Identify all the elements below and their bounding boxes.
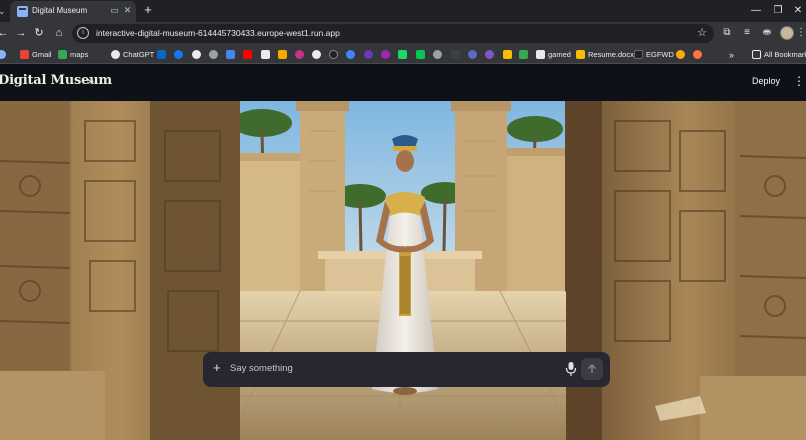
docs-icon	[576, 50, 585, 59]
bookmarks-bar: Gmail maps ChatGPT gamed Resume.docx EGF…	[0, 45, 806, 64]
more-bookmarks-icon[interactable]: »	[729, 48, 734, 61]
tab-favicon-icon	[17, 6, 28, 17]
maps-icon	[58, 50, 67, 59]
tab-strip: ⌄ Digital Museum ▭ ✕ + — ❐ ✕	[0, 0, 806, 22]
tab-search-icon[interactable]: ⌄	[0, 4, 10, 18]
chat-input-bar[interactable]: + Say something	[203, 352, 610, 387]
browser-window: ⌄ Digital Museum ▭ ✕ + — ❐ ✕ ← → ↻ ⌂ i i…	[0, 0, 806, 440]
arrow-up-icon	[588, 364, 596, 373]
bookmark-egfwd[interactable]: EGFWD	[634, 48, 674, 61]
bookmark-g-icon[interactable]	[312, 50, 321, 59]
bookmark-maps-label: maps	[70, 50, 89, 59]
bookmark-star-icon[interactable]: ☆	[697, 26, 707, 39]
reload-icon[interactable]: ↻	[32, 26, 46, 40]
back-icon[interactable]: ←	[0, 26, 10, 40]
all-bookmarks-label: All Bookmarks	[764, 50, 806, 59]
bookmark-violet-icon[interactable]	[485, 50, 494, 59]
browser-menu-icon[interactable]: ⋮	[794, 26, 806, 40]
bookmark-egfwd-label: EGFWD	[646, 50, 674, 59]
url-text[interactable]: interactive-digital-museum-614445730433.…	[96, 28, 340, 38]
bookmark-t-icon[interactable]	[278, 50, 287, 59]
bookmark-c-icon[interactable]	[346, 50, 355, 59]
chat-input-placeholder[interactable]: Say something	[230, 363, 293, 374]
tab-digital-museum[interactable]: Digital Museum ▭ ✕	[10, 1, 136, 22]
bookmark-box-icon[interactable]	[451, 50, 460, 59]
bookmark-s-icon[interactable]	[416, 50, 425, 59]
bookmark-gamed-label: gamed	[548, 50, 571, 59]
bookmark-purple-icon[interactable]	[364, 50, 373, 59]
profile-avatar[interactable]	[780, 26, 794, 40]
forward-icon[interactable]: →	[14, 26, 28, 40]
bookmark-gamed[interactable]: gamed	[536, 48, 571, 61]
bookmark-w-icon[interactable]	[519, 50, 528, 59]
bookmark-green-icon[interactable]	[398, 50, 407, 59]
bookmark-dark-icon[interactable]	[329, 50, 338, 59]
main-menu-icon[interactable]: ⋮	[793, 74, 805, 88]
address-bar[interactable]: i interactive-digital-museum-61444573043…	[72, 24, 714, 43]
add-attachment-icon[interactable]: +	[213, 361, 221, 375]
gmail-icon	[20, 50, 29, 59]
bookmark-gmail[interactable]: Gmail	[20, 48, 52, 61]
github-icon[interactable]	[192, 50, 201, 59]
streamlit-app: Digital Museum » Deploy ⋮ + Say somethin…	[0, 64, 806, 440]
temple-illustration	[0, 101, 806, 440]
window-close-icon[interactable]: ✕	[791, 4, 805, 18]
tab-close-icon[interactable]: ✕	[122, 5, 133, 16]
tab-mute-icon[interactable]: ▭	[109, 5, 120, 16]
globe-icon-2[interactable]	[433, 50, 442, 59]
bookmark-resume-label: Resume.docx	[588, 50, 634, 59]
deploy-button[interactable]: Deploy	[752, 76, 780, 86]
bookmark-d-icon[interactable]	[381, 50, 390, 59]
bookmark-blue-icon[interactable]	[468, 50, 477, 59]
linkedin-icon[interactable]	[157, 50, 166, 59]
x-icon[interactable]	[261, 50, 270, 59]
app-logo: Digital Museum	[0, 73, 112, 88]
microphone-icon[interactable]	[565, 361, 577, 377]
chatgpt-icon	[111, 50, 120, 59]
bookmark-k-icon[interactable]	[226, 50, 235, 59]
bookmark-chatgpt-label: ChatGPT	[123, 50, 155, 59]
bookmark-maps[interactable]: maps	[58, 48, 88, 61]
incognito-icon[interactable]: ⛂	[760, 26, 774, 40]
tab-title: Digital Museum	[32, 6, 88, 15]
app-header: Digital Museum » Deploy ⋮	[0, 64, 806, 101]
folder-icon	[752, 50, 761, 59]
bookmark-resume[interactable]: Resume.docx	[576, 48, 634, 61]
globe-icon[interactable]	[209, 50, 218, 59]
expand-sidebar-icon[interactable]: »	[87, 73, 94, 88]
site-info-icon[interactable]: i	[77, 27, 89, 39]
send-button[interactable]	[581, 358, 603, 380]
bookmark-chatgpt[interactable]: ChatGPT	[111, 48, 154, 61]
extensions-icon[interactable]: ⧉	[720, 26, 734, 40]
temple-scene-image	[0, 101, 806, 440]
all-bookmarks[interactable]: All Bookmarks	[752, 48, 806, 61]
restore-icon[interactable]: ❐	[771, 4, 785, 18]
facebook-icon[interactable]	[174, 50, 183, 59]
youtube-icon[interactable]	[243, 50, 252, 59]
bookmark-flame-icon[interactable]	[693, 50, 702, 59]
new-tab-button[interactable]: +	[141, 3, 155, 17]
media-icon[interactable]: ≡	[740, 26, 754, 40]
bookmark-c-yellow-icon[interactable]	[676, 50, 685, 59]
apps-icon[interactable]	[0, 50, 6, 59]
bookmark-yellow-icon[interactable]	[503, 50, 512, 59]
minimize-icon[interactable]: —	[749, 4, 763, 18]
browser-toolbar: ← → ↻ ⌂ i interactive-digital-museum-614…	[0, 22, 806, 45]
instagram-icon[interactable]	[295, 50, 304, 59]
home-icon[interactable]: ⌂	[52, 26, 66, 40]
egfwd-icon	[634, 50, 643, 59]
page-icon	[536, 50, 545, 59]
bookmark-gmail-label: Gmail	[32, 50, 52, 59]
